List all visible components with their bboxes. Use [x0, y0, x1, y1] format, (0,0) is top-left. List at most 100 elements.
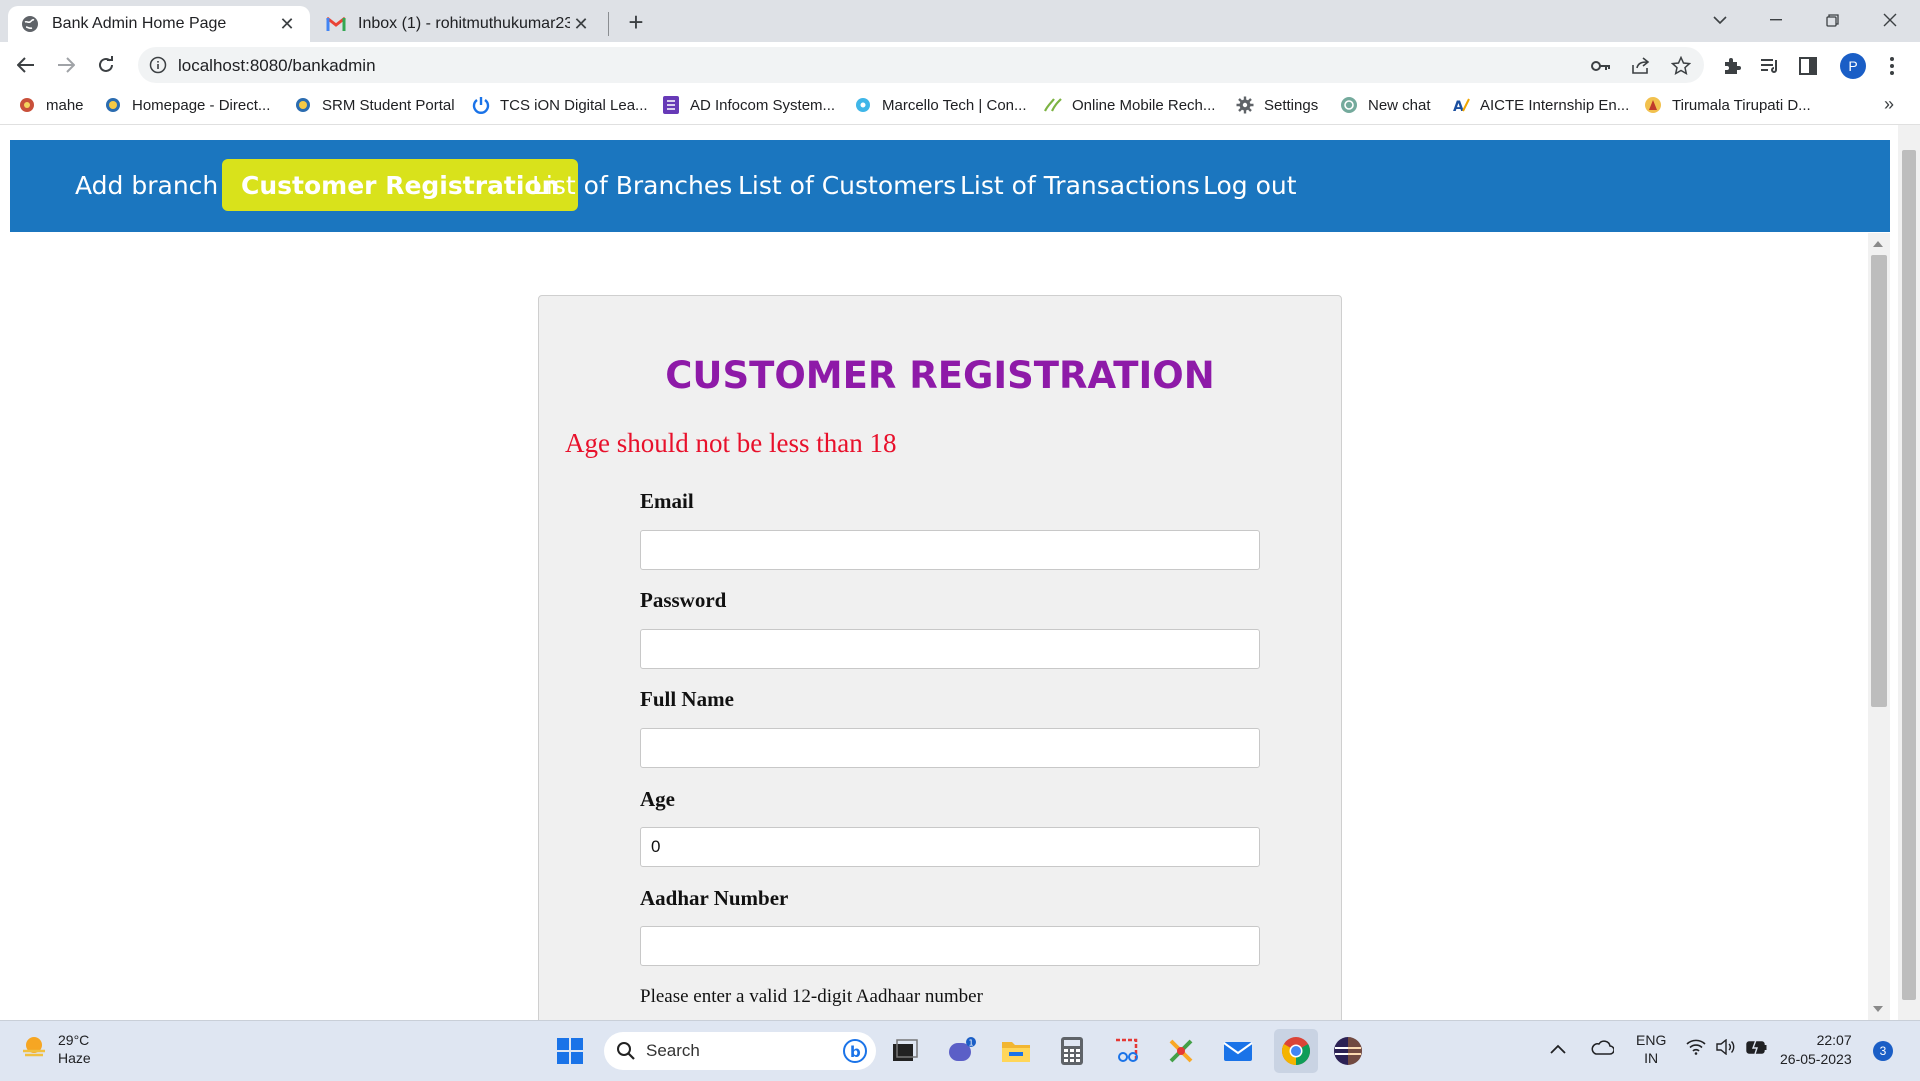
- onedrive-cloud-icon[interactable]: [1590, 1039, 1615, 1058]
- power-icon: [472, 96, 490, 114]
- restore-icon[interactable]: [1804, 0, 1860, 40]
- aadhar-number-field[interactable]: [640, 926, 1260, 966]
- bookmark-srm-student-portal[interactable]: SRM Student Portal: [294, 96, 455, 114]
- reload-icon[interactable]: [90, 49, 122, 81]
- tab-separator: [608, 12, 609, 36]
- tab-gmail-inbox[interactable]: Inbox (1) - rohitmuthukumar23@ ✕: [314, 6, 604, 42]
- volume-icon[interactable]: [1716, 1038, 1736, 1058]
- close-icon[interactable]: ✕: [570, 13, 592, 35]
- full-name-field[interactable]: [640, 728, 1260, 768]
- windows-start-icon[interactable]: [552, 1033, 588, 1069]
- taskbar-search[interactable]: Search b: [604, 1032, 876, 1070]
- chatgpt-logo-icon: [1340, 96, 1358, 114]
- chrome-icon[interactable]: [1274, 1029, 1318, 1073]
- system-clock[interactable]: 22:07 26-05-2023: [1780, 1031, 1852, 1069]
- minimize-icon[interactable]: [1748, 0, 1804, 40]
- snipping-tool-icon[interactable]: [1110, 1033, 1146, 1069]
- weather-temp: 29°C: [58, 1032, 90, 1048]
- temple-logo-icon: [1644, 96, 1662, 114]
- page-scrollbar[interactable]: [1868, 233, 1890, 1020]
- profile-avatar[interactable]: P: [1840, 53, 1866, 79]
- email-label: Email: [640, 489, 694, 513]
- windows-taskbar: 29°C Haze Search b 1 ENG IN 22:07 26-05-…: [0, 1020, 1920, 1081]
- window-scrollbar-thumb[interactable]: [1902, 150, 1916, 1000]
- browser-toolbar: localhost:8080/bankadmin P: [0, 42, 1920, 88]
- forward-arrow-icon[interactable]: [50, 49, 82, 81]
- close-icon[interactable]: ✕: [276, 13, 298, 35]
- mail-icon[interactable]: [1220, 1033, 1256, 1069]
- scroll-up-arrow-icon[interactable]: [1873, 241, 1883, 247]
- nav-customer-registration[interactable]: Customer Registration: [222, 159, 579, 211]
- chat-badge: 1: [969, 1039, 974, 1048]
- clock-time: 22:07: [1816, 1032, 1852, 1048]
- bookmark-star-icon[interactable]: [1670, 55, 1692, 77]
- search-label: Search: [646, 1041, 700, 1060]
- share-icon[interactable]: [1630, 55, 1652, 77]
- battery-charging-icon[interactable]: [1746, 1039, 1768, 1058]
- language-indicator[interactable]: ENG IN: [1636, 1031, 1666, 1067]
- url-text: localhost:8080/bankadmin: [178, 56, 376, 75]
- marcello-logo-icon: [854, 96, 872, 114]
- file-explorer-icon[interactable]: [998, 1033, 1034, 1069]
- address-bar[interactable]: localhost:8080/bankadmin: [138, 47, 1704, 83]
- nav-list-of-branches[interactable]: List of Branches: [532, 159, 732, 211]
- site-info-icon[interactable]: [148, 55, 168, 75]
- form-list-icon: [662, 96, 680, 114]
- bookmark-ad-infocom[interactable]: AD Infocom System...: [662, 96, 835, 114]
- error-message: Age should not be less than 18: [565, 428, 897, 458]
- email-field[interactable]: [640, 530, 1260, 570]
- eclipse-tools-icon[interactable]: [1164, 1033, 1200, 1069]
- bookmark-new-chat[interactable]: New chat: [1340, 96, 1431, 114]
- bookmark-online-mobile-recharge[interactable]: Online Mobile Rech...: [1044, 96, 1215, 114]
- page-viewport: Add branch Customer Registration List of…: [0, 125, 1920, 1020]
- bookmark-settings[interactable]: Settings: [1236, 96, 1318, 114]
- bookmark-marcello-tech[interactable]: Marcello Tech | Con...: [854, 96, 1027, 114]
- page-title: CUSTOMER REGISTRATION: [665, 354, 1215, 397]
- calculator-icon[interactable]: [1054, 1033, 1090, 1069]
- bookmarks-overflow-chevron[interactable]: »: [1884, 94, 1894, 115]
- tray-overflow-chevron-icon[interactable]: [1550, 1041, 1566, 1057]
- bookmark-aicte-internship[interactable]: A AICTE Internship En...: [1452, 96, 1629, 115]
- side-panel-icon[interactable]: [1796, 54, 1820, 78]
- nav-list-of-transactions[interactable]: List of Transactions: [960, 159, 1200, 211]
- weather-desc: Haze: [58, 1050, 91, 1066]
- password-field[interactable]: [640, 629, 1260, 669]
- bookmark-tirumala-tirupati[interactable]: Tirumala Tirupati D...: [1644, 96, 1811, 114]
- scroll-down-arrow-icon[interactable]: [1873, 1006, 1883, 1012]
- globe-icon: [20, 14, 40, 34]
- wifi-icon[interactable]: [1686, 1039, 1706, 1058]
- portal-logo-icon: [294, 96, 312, 114]
- reading-list-icon[interactable]: [1758, 54, 1782, 78]
- svg-text:A: A: [1453, 99, 1464, 114]
- full-name-label: Full Name: [640, 687, 734, 711]
- tab-strip: Bank Admin Home Page ✕ Inbox (1) - rohit…: [0, 0, 1920, 42]
- bookmark-homepage-direct[interactable]: Homepage - Direct...: [104, 96, 270, 114]
- nav-list-of-customers[interactable]: List of Customers: [738, 159, 956, 211]
- nav-log-out[interactable]: Log out: [1203, 159, 1297, 211]
- window-scrollbar[interactable]: [1898, 125, 1920, 1020]
- new-tab-plus-icon[interactable]: +: [622, 7, 650, 37]
- task-view-icon[interactable]: [887, 1033, 923, 1069]
- aadhar-hint: Please enter a valid 12-digit Aadhaar nu…: [640, 986, 983, 1007]
- eclipse-ide-icon[interactable]: [1330, 1033, 1366, 1069]
- back-arrow-icon[interactable]: [10, 49, 42, 81]
- nav-add-branch[interactable]: Add branch: [75, 159, 218, 211]
- gmail-icon: [326, 14, 346, 34]
- notification-badge[interactable]: 3: [1873, 1041, 1893, 1061]
- key-icon[interactable]: [1590, 55, 1612, 77]
- teams-chat-icon[interactable]: 1: [944, 1033, 980, 1069]
- bing-icon[interactable]: b: [842, 1038, 868, 1064]
- tab-search-chevron-icon[interactable]: [1692, 0, 1748, 40]
- weather-widget[interactable]: 29°C Haze: [20, 1031, 91, 1067]
- scrollbar-thumb[interactable]: [1871, 255, 1887, 707]
- bookmark-mahe[interactable]: mahe: [18, 96, 84, 114]
- bookmark-tcs-ion[interactable]: TCS iON Digital Lea...: [472, 96, 648, 114]
- age-field[interactable]: [640, 827, 1260, 867]
- window-close-icon[interactable]: [1862, 0, 1918, 40]
- sun-haze-icon: [20, 1033, 48, 1066]
- password-label: Password: [640, 588, 727, 612]
- aadhar-number-label: Aadhar Number: [640, 886, 789, 910]
- extensions-puzzle-icon[interactable]: [1720, 54, 1744, 78]
- tab-bank-admin[interactable]: Bank Admin Home Page ✕: [8, 6, 310, 42]
- menu-kebab-icon[interactable]: [1880, 54, 1904, 78]
